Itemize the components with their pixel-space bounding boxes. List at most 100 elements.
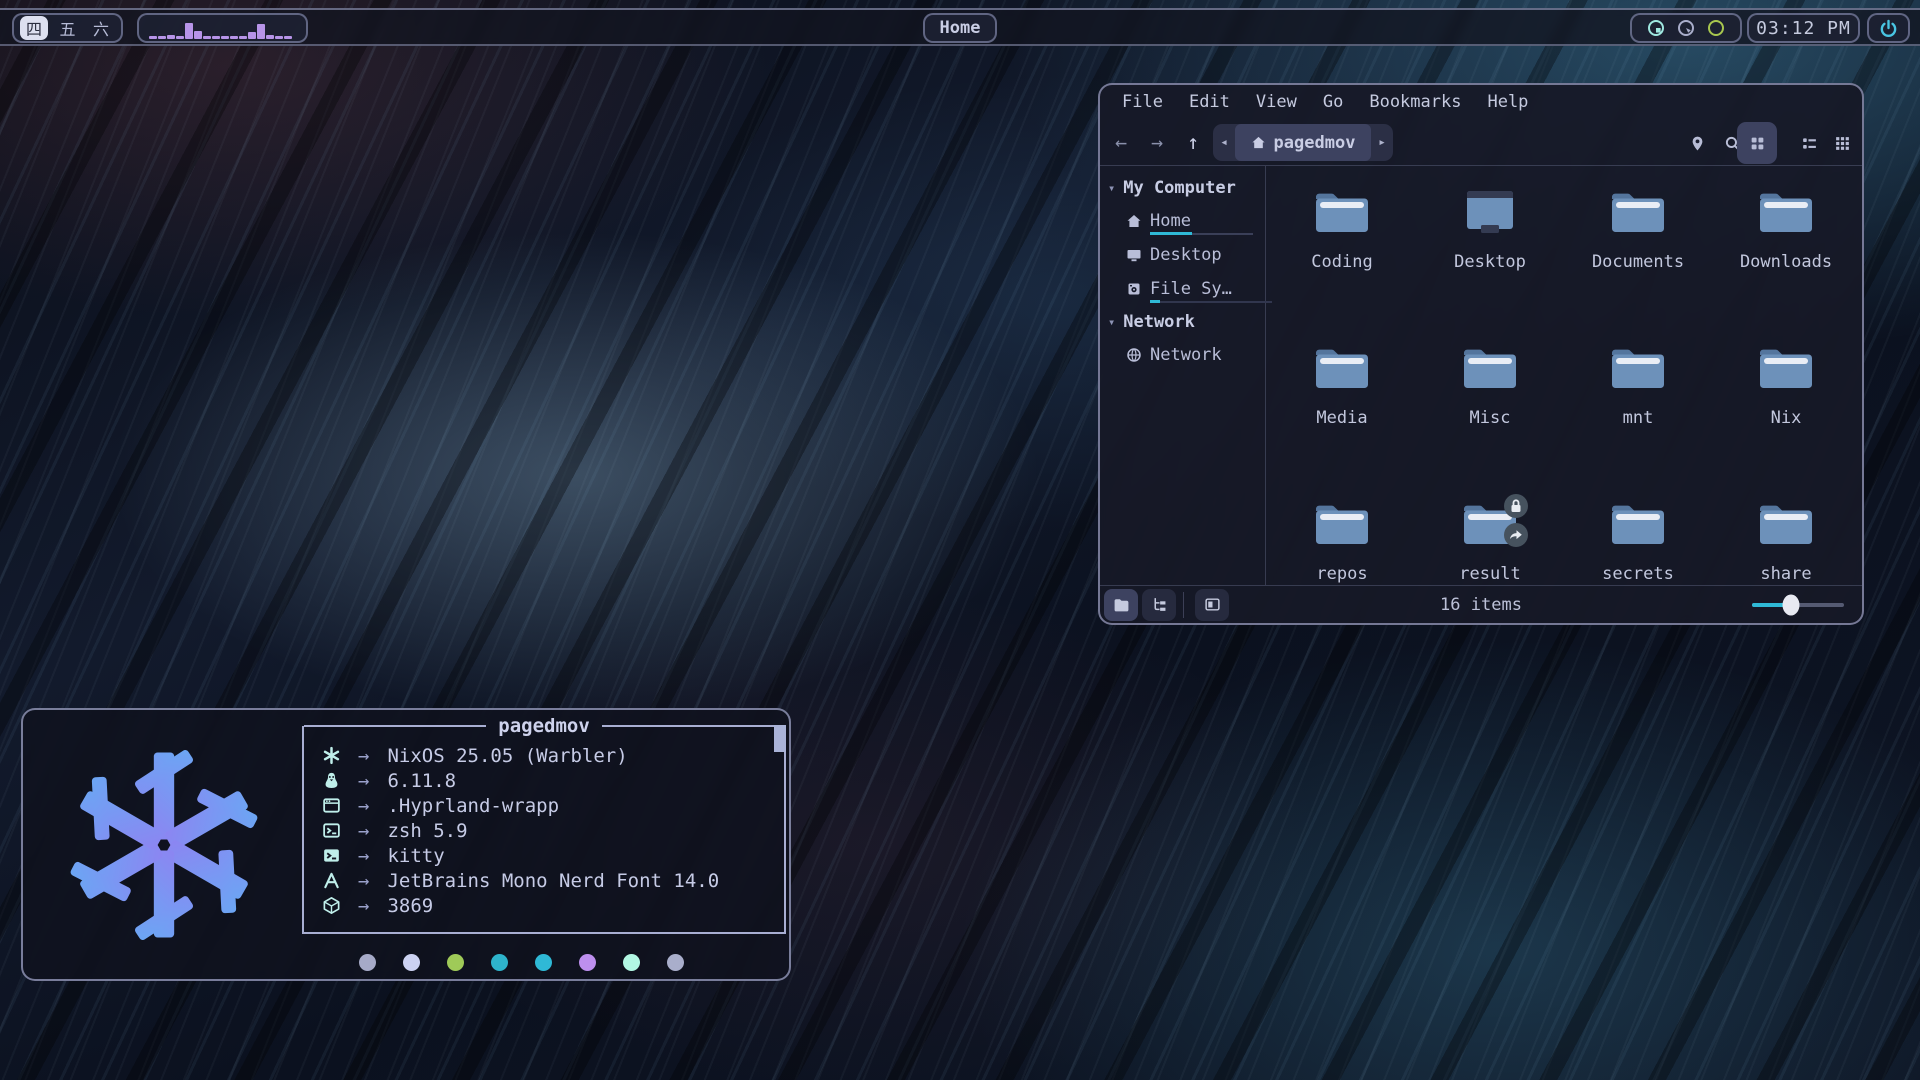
palette-dot xyxy=(359,954,376,971)
file-icon xyxy=(1460,344,1520,392)
file-icon xyxy=(1756,188,1816,236)
zoom-slider[interactable] xyxy=(1752,603,1844,607)
file-icon xyxy=(1460,500,1520,548)
file-item-misc[interactable]: Misc xyxy=(1416,344,1564,500)
nixos-icon xyxy=(322,746,341,765)
audio-visualizer-bars xyxy=(149,17,296,39)
sidebar-item-home[interactable]: Home xyxy=(1100,204,1265,238)
compact-view-button[interactable] xyxy=(1827,128,1857,158)
tab-scroll-right-button[interactable]: ▸ xyxy=(1371,135,1393,150)
fastfetch-title-row: pagedmov xyxy=(304,715,784,737)
sidebar-section-my-computer[interactable]: ▾My Computer xyxy=(1100,172,1265,204)
folder-icon xyxy=(1756,500,1816,548)
ring-wedge-indicator-icon[interactable] xyxy=(1677,19,1695,37)
terminal-icon xyxy=(322,846,342,866)
file-item-coding[interactable]: Coding xyxy=(1268,188,1416,344)
fastfetch-box: pagedmov → NixOS 25.05 (Warbler) → 6.11.… xyxy=(302,726,786,934)
palette-dot xyxy=(535,954,552,971)
file-label: Coding xyxy=(1311,252,1372,272)
file-manager-menubar: File Edit View Go Bookmarks Help xyxy=(1100,85,1862,119)
item-count: 16 items xyxy=(1100,595,1862,615)
file-item-media[interactable]: Media xyxy=(1268,344,1416,500)
sidebar-item-network[interactable]: Network xyxy=(1100,338,1265,372)
ring-square-indicator-icon[interactable] xyxy=(1647,19,1665,37)
arrow-glyph: → xyxy=(358,895,369,917)
shell-icon xyxy=(322,821,341,840)
file-item-nix[interactable]: Nix xyxy=(1712,344,1860,500)
folder-icon xyxy=(1312,344,1372,392)
menu-item-bookmarks[interactable]: Bookmarks xyxy=(1369,92,1461,112)
home-icon xyxy=(1126,213,1142,229)
folder-icon xyxy=(1312,188,1372,236)
file-item-desktop[interactable]: Desktop xyxy=(1416,188,1564,344)
arrow-glyph: → xyxy=(358,770,369,792)
visualizer-bar xyxy=(185,23,193,39)
menu-item-view[interactable]: View xyxy=(1256,92,1297,112)
terminal-window[interactable]: pagedmov → NixOS 25.05 (Warbler) → 6.11.… xyxy=(21,708,791,981)
menu-item-help[interactable]: Help xyxy=(1487,92,1528,112)
file-label: secrets xyxy=(1602,564,1674,584)
palette-dot xyxy=(579,954,596,971)
hostname-title: pagedmov xyxy=(486,715,602,737)
file-manager-window: File Edit View Go Bookmarks Help ← → ↑ ◂ page… xyxy=(1098,83,1864,625)
places-sidebar: ▾My ComputerHomeDesktopFile Sy…▾NetworkN… xyxy=(1100,166,1266,585)
compact-view-icon xyxy=(1834,135,1851,152)
desktop-icon xyxy=(1126,247,1142,263)
fastfetch-value: kitty xyxy=(387,845,444,867)
visualizer-bar xyxy=(239,36,247,39)
current-path-tab[interactable]: pagedmov xyxy=(1235,124,1371,161)
ring-indicator-icon[interactable] xyxy=(1707,19,1725,37)
folder-view: Coding Desktop Documents Downloads Media… xyxy=(1266,166,1862,585)
power-button[interactable] xyxy=(1867,13,1910,43)
file-icon xyxy=(1312,344,1372,392)
menu-item-edit[interactable]: Edit xyxy=(1189,92,1230,112)
location-button[interactable] xyxy=(1682,128,1712,158)
power-icon xyxy=(1879,19,1898,38)
file-item-mnt[interactable]: mnt xyxy=(1564,344,1712,500)
terminal-icon xyxy=(322,846,341,865)
workspace-button[interactable]: 四 xyxy=(20,16,48,40)
fastfetch-value: 6.11.8 xyxy=(387,770,456,792)
menu-item-file[interactable]: File xyxy=(1122,92,1163,112)
file-item-documents[interactable]: Documents xyxy=(1564,188,1712,344)
menu-item-go[interactable]: Go xyxy=(1323,92,1343,112)
tab-scroll-left-button[interactable]: ◂ xyxy=(1213,135,1235,150)
folder-icon xyxy=(1460,344,1520,392)
collapse-caret-icon: ▾ xyxy=(1108,181,1115,195)
file-label: Downloads xyxy=(1740,252,1832,272)
sidebar-item-filesy[interactable]: File Sy… xyxy=(1100,272,1265,306)
visualizer-bar xyxy=(266,35,274,39)
up-button[interactable]: ↑ xyxy=(1176,125,1210,159)
lock-emblem-icon xyxy=(1503,493,1529,519)
fastfetch-value: zsh 5.9 xyxy=(387,820,467,842)
file-label: Media xyxy=(1316,408,1367,428)
file-label: Documents xyxy=(1592,252,1684,272)
visualizer-bar xyxy=(230,36,238,39)
file-label: Nix xyxy=(1771,408,1802,428)
visualizer-bar xyxy=(203,36,211,39)
icon-view-button[interactable] xyxy=(1737,122,1777,164)
visualizer-bar xyxy=(248,32,256,39)
system-tray xyxy=(1630,13,1742,43)
file-icon xyxy=(1312,500,1372,548)
sidebar-section-network[interactable]: ▾Network xyxy=(1100,306,1265,338)
font-icon xyxy=(322,871,341,890)
visualizer-bar xyxy=(167,35,175,39)
nixos-icon xyxy=(322,746,342,766)
arrow-glyph: → xyxy=(358,820,369,842)
forward-button[interactable]: → xyxy=(1140,125,1174,159)
fastfetch-row: → NixOS 25.05 (Warbler) xyxy=(322,743,784,768)
visualizer-bar xyxy=(176,36,184,39)
sidebar-item-desktop[interactable]: Desktop xyxy=(1100,238,1265,272)
back-button[interactable]: ← xyxy=(1104,125,1138,159)
zoom-slider-handle[interactable] xyxy=(1782,595,1799,616)
fastfetch-row: → zsh 5.9 xyxy=(322,818,784,843)
package-icon xyxy=(322,896,341,915)
file-item-downloads[interactable]: Downloads xyxy=(1712,188,1860,344)
fastfetch-value: JetBrains Mono Nerd Font 14.0 xyxy=(387,870,719,892)
list-view-button[interactable] xyxy=(1794,128,1824,158)
workspace-button[interactable]: 六 xyxy=(87,16,115,40)
drive-icon xyxy=(1126,281,1142,297)
workspace-button[interactable]: 五 xyxy=(54,16,82,40)
file-icon xyxy=(1608,188,1668,236)
